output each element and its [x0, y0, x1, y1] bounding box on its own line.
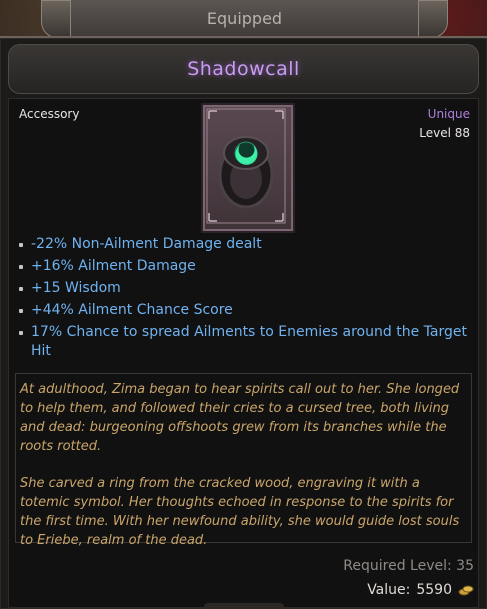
equipped-tab[interactable]: Equipped — [41, 0, 448, 38]
bullet-icon — [19, 309, 23, 313]
item-value: Value: 5590 — [367, 582, 474, 598]
equipped-tab-label: Equipped — [206, 8, 283, 28]
affix-line: +16% Ailment Damage — [17, 257, 472, 276]
bullet-icon — [19, 331, 23, 335]
tab-ornament-left — [41, 0, 71, 38]
affix-line: +44% Ailment Chance Score — [17, 301, 472, 320]
item-category: Accessory — [19, 107, 80, 121]
lore-paragraph: She carved a ring from the cracked wood,… — [20, 476, 460, 548]
affix-text: +16% Ailment Damage — [31, 258, 196, 274]
required-level: Required Level: 35 — [343, 558, 474, 574]
item-tooltip: Shadowcall Accessory Unique Level 88 -22… — [0, 36, 487, 609]
item-level: Level 88 — [419, 126, 470, 140]
required-level-value: 35 — [456, 558, 474, 574]
lore-paragraph: At adulthood, Zima began to hear spirits… — [20, 382, 460, 454]
bottom-ornament — [203, 603, 284, 609]
value-label: Value: — [367, 582, 411, 598]
item-body: Accessory Unique Level 88 -22% Non-Ailme… — [8, 98, 479, 608]
affix-line: +15 Wisdom — [17, 279, 472, 298]
ring-icon — [206, 108, 286, 224]
item-rarity: Unique — [427, 107, 470, 121]
item-title-bar: Shadowcall — [8, 44, 479, 94]
item-image — [201, 103, 295, 233]
bullet-icon — [19, 243, 23, 247]
affix-text: +44% Ailment Chance Score — [31, 302, 233, 318]
affix-line: -22% Non-Ailment Damage dealt — [17, 235, 472, 254]
item-name: Shadowcall — [187, 58, 300, 80]
required-level-label: Required Level: — [343, 558, 452, 574]
affix-text: +15 Wisdom — [31, 280, 121, 296]
gold-coins-icon — [458, 585, 474, 596]
value-amount: 5590 — [416, 582, 452, 598]
affix-line: 17% Chance to spread Ailments to Enemies… — [17, 323, 472, 361]
affix-text: -22% Non-Ailment Damage dealt — [31, 236, 262, 252]
bullet-icon — [19, 287, 23, 291]
affix-list: -22% Non-Ailment Damage dealt +16% Ailme… — [17, 235, 472, 364]
bullet-icon — [19, 265, 23, 269]
item-lore: At adulthood, Zima began to hear spirits… — [15, 373, 472, 548]
tab-ornament-right — [418, 0, 448, 38]
affix-text: 17% Chance to spread Ailments to Enemies… — [31, 324, 467, 359]
